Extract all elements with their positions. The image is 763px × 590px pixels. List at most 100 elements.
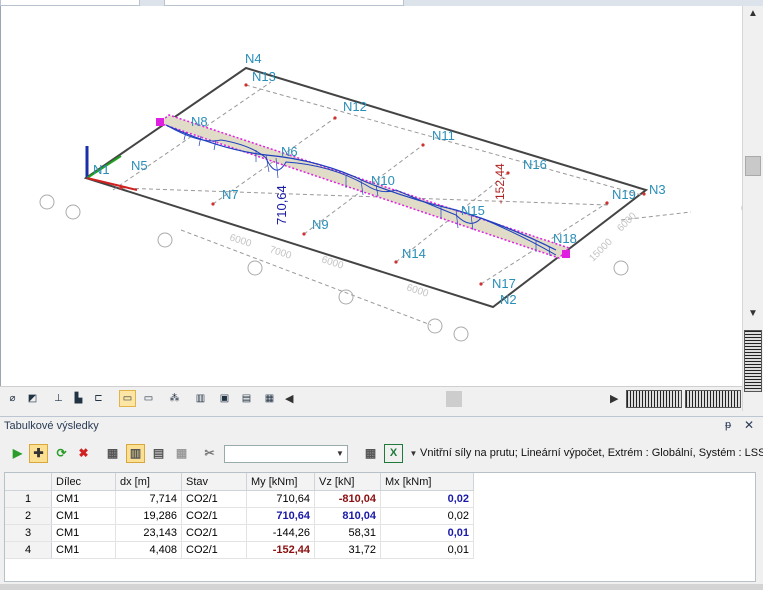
dx-cell: 23,143 [115,524,182,542]
node-label: N19 [612,187,636,202]
table-header-row: Dílec dx [m] Stav My [kNm] Vz [kN] Mx [k… [5,473,474,491]
scroll-right-icon[interactable]: ▶ [610,392,624,406]
support-marker [156,118,164,126]
results-table[interactable]: Dílec dx [m] Stav My [kNm] Vz [kN] Mx [k… [4,472,756,582]
table-row[interactable]: 4 CM1 4,408 CO2/1 -152,44 31,72 0,01 [5,541,474,559]
labels-icon[interactable]: ▭ [119,390,136,407]
column-header[interactable] [5,473,52,491]
splitter-grip[interactable] [744,330,762,392]
row-number: 2 [5,507,52,525]
eraser-icon[interactable]: ⌀ [4,390,21,407]
table-row[interactable]: 1 CM1 7,714 CO2/1 710,64 -810,04 0,02 [5,490,474,508]
node-label: N3 [649,182,666,197]
splitter-grip[interactable] [626,390,682,408]
node-label: N5 [131,158,148,173]
column-header[interactable]: Dílec [51,473,116,491]
clipboard-icon[interactable]: ▤ [238,390,255,407]
rows-icon[interactable]: ▤ [149,444,168,463]
scroll-up-icon[interactable]: ▲ [743,6,763,22]
scroll-thumb[interactable] [745,156,761,176]
grid-icon[interactable]: ▦ [261,390,278,407]
dimension-label: 15000 [587,236,615,264]
columns-icon[interactable]: ▥ [126,444,145,463]
node-label: N11 [432,128,455,143]
node-label: N12 [343,99,367,114]
vz-cell: 810,04 [314,507,381,525]
mesh-icon[interactable]: ⁂ [166,390,183,407]
node-label: N6 [281,144,298,159]
node-label: N17 [492,276,516,291]
node-label: N10 [371,173,395,188]
node-label: N4 [245,51,262,66]
support-icon[interactable]: ⊥ [50,390,67,407]
results-toolbar: ▶ ✚ ⟳ ✖ ▦ ▥ ▤ ▦ ✂ ▼ ▦ X ▼ Vnitřní síly n… [0,438,763,468]
layers-icon[interactable]: ▣ [216,390,233,407]
fill-icon[interactable]: ◩ [24,390,41,407]
vertical-scrollbar[interactable]: ▲ ▼ [742,6,763,411]
my-cell: 710,64 [246,507,315,525]
scroll-left-icon[interactable]: ◀ [285,392,299,406]
structure-view: N4 N13 N12 N11 N16 N19 N3 N8 N6 N10 N15 … [39,51,742,342]
model-viewport[interactable]: N4 N13 N12 N11 N16 N19 N3 N8 N6 N10 N15 … [0,6,742,386]
labels-alt-icon[interactable]: ▭ [140,390,157,407]
node-label: N13 [252,69,276,84]
max-result-label: 710,64 [274,185,289,225]
mx-cell: 0,01 [380,524,474,542]
close-icon[interactable]: ✕ [744,418,754,432]
row-number: 1 [5,490,52,508]
column-header[interactable]: Stav [181,473,247,491]
mx-cell: 0,01 [380,541,474,559]
column-header[interactable]: dx [m] [115,473,182,491]
results-grid: Dílec dx [m] Stav My [kNm] Vz [kN] Mx [k… [5,473,474,559]
scroll-down-icon[interactable]: ▼ [743,306,763,322]
refresh-icon[interactable]: ⟳ [52,444,71,463]
dimension-label: 6000 [320,254,345,271]
chevron-down-icon[interactable]: ▼ [333,446,347,462]
delete-icon[interactable]: ✖ [74,444,93,463]
member-cell: CM1 [51,524,116,542]
splitter-grip[interactable] [685,390,741,408]
my-cell: -144,26 [246,524,315,542]
member-cell: CM1 [51,490,116,508]
chart-icon[interactable]: ▦ [172,444,191,463]
vz-cell: 31,72 [314,541,381,559]
table-icon[interactable]: ▦ [103,444,122,463]
node-label: N9 [312,217,329,232]
results-panel: Tabulkové výsledky ᵽ ✕ ▶ ✚ ⟳ ✖ ▦ ▥ ▤ ▦ ✂… [0,416,763,590]
mx-cell: 0,02 [380,507,474,525]
table-row[interactable]: 2 CM1 19,286 CO2/1 710,64 810,04 0,02 [5,507,474,525]
node-label: N8 [191,114,208,129]
column-header[interactable]: Vz [kN] [314,473,381,491]
panel-title: Tabulkové výsledky [4,420,99,432]
table-row[interactable]: 3 CM1 23,143 CO2/1 -144,26 58,31 0,01 [5,524,474,542]
node-label: N14 [402,246,426,261]
support-marker [562,250,570,258]
row-number: 3 [5,524,52,542]
vz-cell: 58,31 [314,524,381,542]
column-header[interactable]: My [kNm] [246,473,315,491]
diagram-icon[interactable]: ⊏ [90,390,107,407]
export-table-icon[interactable]: ▦ [361,444,380,463]
load-strip [157,114,571,259]
case-cell: CO2/1 [181,507,247,525]
result-selector[interactable]: ▼ [224,445,348,463]
my-cell: 710,64 [246,490,315,508]
row-number: 4 [5,541,52,559]
case-cell: CO2/1 [181,524,247,542]
tools-icon[interactable]: ✂ [200,444,219,463]
pin-icon[interactable]: ᵽ [725,419,731,431]
load-icon[interactable]: ▙ [70,390,87,407]
add-icon[interactable]: ✚ [29,444,48,463]
hscroll-thumb[interactable] [446,391,462,407]
column-header[interactable]: Mx [kNm] [380,473,474,491]
node-label: N1 [93,162,110,177]
excel-icon[interactable]: X [384,444,403,463]
member-cell: CM1 [51,507,116,525]
dimension-label: 6000 [615,210,639,234]
status-strip [0,584,763,590]
node-labels: N4 N13 N12 N11 N16 N19 N3 N8 N6 N10 N15 … [93,51,666,307]
play-icon[interactable]: ▶ [8,444,27,463]
view-toolbar: ⌀ ◩ ⊥ ▙ ⊏ ▭ ▭ ⁂ ▥ ▣ ▤ ▦ ◀ ▶ [0,386,742,411]
sections-icon[interactable]: ▥ [192,390,209,407]
vz-cell: -810,04 [314,490,381,508]
